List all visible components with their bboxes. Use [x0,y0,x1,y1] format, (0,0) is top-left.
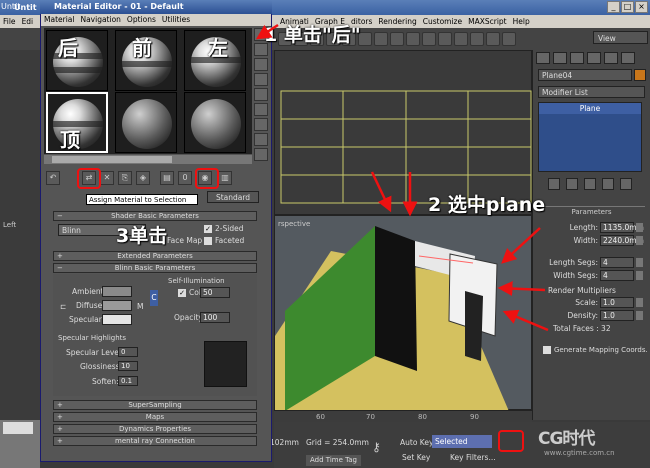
annotation-arrows [255,23,549,332]
